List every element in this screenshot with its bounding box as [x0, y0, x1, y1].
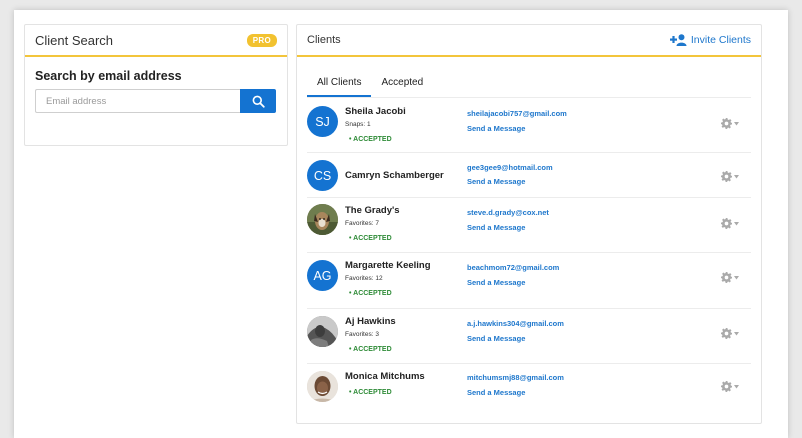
- caret-down-icon: [734, 121, 739, 125]
- gear-icon: [721, 171, 732, 182]
- status-badge: • ACCEPTED: [349, 389, 392, 396]
- client-row: Monica Mitchums • ACCEPTED mitchumsmj88@…: [307, 363, 751, 409]
- client-name[interactable]: Sheila Jacobi: [345, 106, 406, 117]
- caret-down-icon: [734, 275, 739, 279]
- client-tabs: All Clients Accepted: [307, 71, 433, 97]
- add-user-icon: [669, 34, 687, 46]
- gear-icon: [721, 381, 732, 392]
- client-name[interactable]: Camryn Schamberger: [345, 170, 444, 181]
- client-name[interactable]: The Grady's: [345, 205, 400, 216]
- avatar: AG: [307, 260, 338, 291]
- row-settings-menu[interactable]: [721, 218, 739, 229]
- client-name[interactable]: Monica Mitchums: [345, 371, 425, 382]
- send-message-link[interactable]: Send a Message: [467, 278, 525, 287]
- user-photo-icon: [307, 316, 338, 347]
- row-settings-menu[interactable]: [721, 272, 739, 283]
- gear-icon: [721, 328, 732, 339]
- status-badge: • ACCEPTED: [349, 235, 392, 242]
- client-name[interactable]: Margarette Keeling: [345, 260, 431, 271]
- client-row: The Grady's Favorites: 7 • ACCEPTED stev…: [307, 197, 751, 252]
- user-photo-icon: [307, 371, 338, 402]
- row-settings-menu[interactable]: [721, 328, 739, 339]
- client-row: AG Margarette Keeling Favorites: 12 • AC…: [307, 252, 751, 308]
- status-badge: • ACCEPTED: [349, 136, 392, 143]
- client-search-header: Client Search PRO: [25, 25, 287, 57]
- invite-clients-label: Invite Clients: [690, 34, 751, 46]
- search-button[interactable]: [240, 89, 276, 113]
- clients-title: Clients: [307, 34, 341, 46]
- pro-badge: PRO: [246, 33, 277, 47]
- caret-down-icon: [734, 331, 739, 335]
- gear-icon: [721, 272, 732, 283]
- status-badge: • ACCEPTED: [349, 290, 392, 297]
- send-message-link[interactable]: Send a Message: [467, 334, 525, 343]
- client-stat: Snaps: 1: [345, 121, 371, 128]
- avatar: CS: [307, 160, 338, 191]
- row-settings-menu[interactable]: [721, 381, 739, 392]
- client-name[interactable]: Aj Hawkins: [345, 316, 396, 327]
- invite-clients-link[interactable]: Invite Clients: [669, 34, 751, 46]
- avatar: [307, 316, 338, 347]
- gear-icon: [721, 118, 732, 129]
- avatar: SJ: [307, 106, 338, 137]
- dog-photo-icon: [307, 204, 338, 235]
- client-email[interactable]: beachmom72@gmail.com: [467, 263, 559, 272]
- search-icon: [252, 95, 265, 108]
- client-email[interactable]: gee3gee9@hotmail.com: [467, 163, 553, 172]
- row-settings-menu[interactable]: [721, 171, 739, 182]
- search-by-email-label: Search by email address: [35, 69, 182, 83]
- status-badge: • ACCEPTED: [349, 346, 392, 353]
- search-row: [35, 89, 276, 113]
- tab-all-clients[interactable]: All Clients: [307, 71, 372, 97]
- clients-header: Clients Invite Clients: [297, 25, 761, 57]
- caret-down-icon: [734, 384, 739, 388]
- client-search-panel: Client Search PRO Search by email addres…: [24, 24, 288, 146]
- send-message-link[interactable]: Send a Message: [467, 177, 525, 186]
- client-email[interactable]: sheilajacobi757@gmail.com: [467, 109, 567, 118]
- client-stat: Favorites: 12: [345, 275, 383, 282]
- client-list: SJ Sheila Jacobi Snaps: 1 • ACCEPTED she…: [307, 97, 751, 409]
- caret-down-icon: [734, 221, 739, 225]
- caret-down-icon: [734, 174, 739, 178]
- client-email[interactable]: mitchumsmj88@gmail.com: [467, 373, 564, 382]
- clients-panel: Clients Invite Clients All Clients Accep…: [296, 24, 762, 424]
- send-message-link[interactable]: Send a Message: [467, 223, 525, 232]
- client-row: Aj Hawkins Favorites: 3 • ACCEPTED a.j.h…: [307, 308, 751, 363]
- client-stat: Favorites: 7: [345, 220, 379, 227]
- email-search-input[interactable]: [35, 89, 240, 113]
- send-message-link[interactable]: Send a Message: [467, 124, 525, 133]
- client-row: SJ Sheila Jacobi Snaps: 1 • ACCEPTED she…: [307, 97, 751, 152]
- avatar: [307, 204, 338, 235]
- client-stat: Favorites: 3: [345, 331, 379, 338]
- client-email[interactable]: a.j.hawkins304@gmail.com: [467, 319, 564, 328]
- client-email[interactable]: steve.d.grady@cox.net: [467, 208, 549, 217]
- client-row: CS Camryn Schamberger gee3gee9@hotmail.c…: [307, 152, 751, 197]
- row-settings-menu[interactable]: [721, 118, 739, 129]
- tab-accepted[interactable]: Accepted: [371, 71, 433, 95]
- client-search-title: Client Search: [35, 32, 114, 48]
- avatar: [307, 371, 338, 402]
- send-message-link[interactable]: Send a Message: [467, 388, 525, 397]
- gear-icon: [721, 218, 732, 229]
